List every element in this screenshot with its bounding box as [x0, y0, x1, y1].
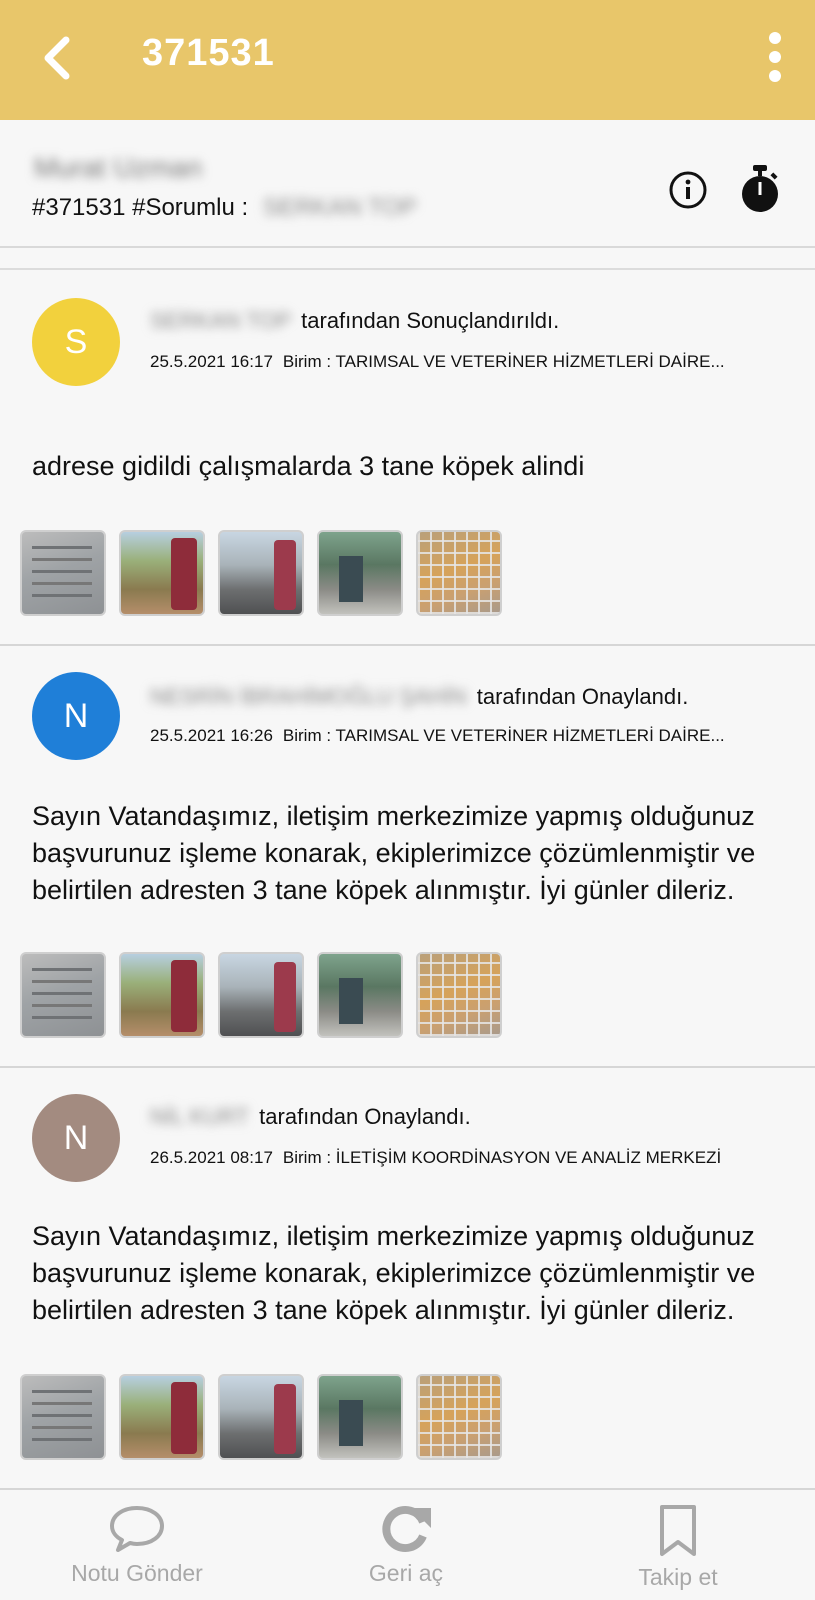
reopen-button[interactable]: Geri aç [356, 1504, 456, 1587]
timer-icon[interactable] [738, 164, 782, 214]
attachment-thumbnail[interactable] [20, 1374, 106, 1460]
avatar-letter: N [63, 696, 89, 735]
attachment-thumbnail[interactable] [416, 1374, 502, 1460]
note-text: adrese gidildi çalışmalarda 3 tane köpek… [32, 451, 585, 481]
attachment-thumbnail[interactable] [218, 1374, 304, 1460]
attachment-thumbnail[interactable] [119, 952, 205, 1038]
attachment-thumbnail[interactable] [416, 530, 502, 616]
note-card: N NİL KURT tarafından Onaylandı. 26.5.20… [0, 1068, 815, 1488]
attachment-thumbnail[interactable] [317, 952, 403, 1038]
note-unit: Birim : TARIMSAL VE VETERİNER HİZMETLERİ… [282, 352, 725, 371]
attachment-thumbnail[interactable] [218, 952, 304, 1038]
attachment-list [20, 952, 502, 1038]
attachment-thumbnail[interactable] [119, 530, 205, 616]
ticket-tag-line: #371531 #Sorumlu : SERKAN TOP [32, 194, 417, 222]
send-note-label: Notu Gönder [71, 1560, 203, 1586]
note-text: Sayın Vatandaşımız, iletişim merkezimize… [32, 801, 756, 905]
follow-button[interactable]: Takip et [618, 1504, 738, 1591]
note-author-line: SERKAN TOP tarafından Sonuçlandırıldı. [150, 308, 559, 334]
back-arrow-icon[interactable] [36, 34, 80, 82]
note-meta: 26.5.2021 08:17 Birim : İLETİŞİM KOORDİNA… [150, 1148, 780, 1168]
attachment-list [20, 530, 502, 616]
send-note-button[interactable]: Notu Gönder [62, 1504, 212, 1587]
note-author-line: NİL KURT tarafından Onaylandı. [150, 1104, 471, 1130]
ticket-tag: #371531 #Sorumlu : [32, 194, 249, 221]
attachment-thumbnail[interactable] [317, 530, 403, 616]
avatar-letter: N [63, 1118, 89, 1157]
ticket-header: Murat Uzman #371531 #Sorumlu : SERKAN TO… [0, 120, 815, 248]
note-meta: 25.5.2021 16:17 Birim : TARIMSAL VE VETER… [150, 352, 780, 372]
page-title: 371531 [142, 32, 275, 74]
responsible-name: SERKAN TOP [262, 194, 417, 221]
attachment-thumbnail[interactable] [416, 952, 502, 1038]
note-datetime: 25.5.2021 16:17 [150, 352, 273, 371]
bookmark-icon [660, 1505, 696, 1556]
attachment-thumbnail[interactable] [119, 1374, 205, 1460]
note-datetime: 26.5.2021 08:17 [150, 1148, 273, 1167]
note-action: tarafından Onaylandı. [259, 1104, 471, 1129]
attachment-list [20, 1374, 502, 1460]
note-card: S SERKAN TOP tarafından Sonuçlandırıldı.… [0, 270, 815, 646]
attachment-thumbnail[interactable] [20, 952, 106, 1038]
avatar-letter: S [64, 322, 88, 361]
note-meta: 25.5.2021 16:26 Birim : TARIMSAL VE VETER… [150, 726, 780, 746]
attachment-thumbnail[interactable] [218, 530, 304, 616]
follow-label: Takip et [638, 1564, 718, 1590]
note-card: N NESRİN İBRAHİMOĞLU ŞAHİN tarafından On… [0, 646, 815, 1068]
attachment-thumbnail[interactable] [20, 530, 106, 616]
avatar: S [32, 298, 120, 386]
app-bar: 371531 [0, 0, 815, 120]
note-unit: Birim : İLETİŞİM KOORDİNASYON VE ANALİZ … [282, 1148, 722, 1167]
attachment-thumbnail[interactable] [317, 1374, 403, 1460]
applicant-name: Murat Uzman [34, 152, 203, 183]
reopen-label: Geri aç [368, 1560, 444, 1586]
more-vert-icon[interactable] [764, 32, 786, 82]
note-author: SERKAN TOP [150, 308, 292, 333]
note-text: Sayın Vatandaşımız, iletişim merkezimize… [32, 1221, 756, 1325]
note-author-line: NESRİN İBRAHİMOĞLU ŞAHİN tarafından Onay… [150, 684, 688, 710]
note-author: NESRİN İBRAHİMOĞLU ŞAHİN [150, 684, 467, 709]
refresh-icon [382, 1506, 431, 1552]
avatar: N [32, 672, 120, 760]
bottom-action-bar: Notu Gönder Geri aç Takip et [0, 1488, 815, 1600]
note-datetime: 25.5.2021 16:26 [150, 726, 273, 745]
avatar: N [32, 1094, 120, 1182]
info-icon[interactable] [668, 170, 708, 210]
note-action: tarafından Sonuçlandırıldı. [301, 308, 560, 333]
note-author: NİL KURT [150, 1104, 250, 1129]
note-unit: Birim : TARIMSAL VE VETERİNER HİZMETLERİ… [282, 726, 725, 745]
note-action: tarafından Onaylandı. [476, 684, 689, 709]
chat-bubble-icon [110, 1506, 164, 1552]
